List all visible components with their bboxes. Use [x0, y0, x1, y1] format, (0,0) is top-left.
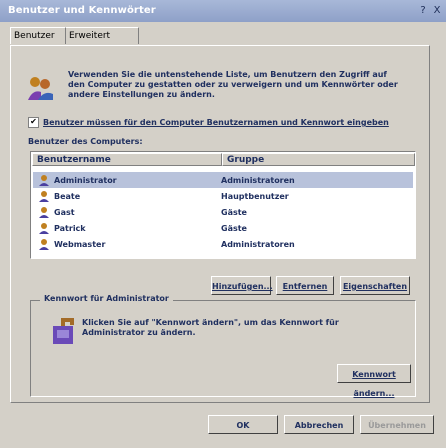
users-label: Benutzer des Computers: — [28, 137, 143, 146]
password-icon — [53, 318, 74, 344]
add-button[interactable]: Hinzufügen... — [211, 276, 273, 295]
user-name: Beate — [54, 192, 81, 201]
properties-button-label: Eigenschaften — [342, 282, 408, 291]
user-icon — [39, 175, 49, 186]
dialog-footer: OK Abbrechen Übernehmen — [0, 407, 446, 448]
user-group: Gäste — [221, 224, 247, 233]
user-group: Gäste — [221, 208, 247, 217]
user-group: Administratoren — [221, 240, 295, 249]
column-header-group[interactable]: Gruppe — [222, 153, 415, 166]
user-icon — [39, 207, 49, 218]
users-table: Benutzername Gruppe Administrator Admini… — [30, 151, 416, 259]
table-row[interactable]: Beate Hauptbenutzer — [33, 188, 413, 204]
user-group: Administratoren — [221, 176, 295, 185]
user-name: Administrator — [54, 176, 117, 185]
user-icon — [39, 191, 49, 202]
logon-checkbox-row[interactable]: ✔ Benutzer müssen für den Computer Benut… — [28, 117, 389, 128]
tab-benutzer-label: Benutzer — [14, 31, 55, 41]
intro-text: Verwenden Sie die untenstehende Liste, u… — [68, 70, 398, 99]
properties-button[interactable]: Eigenschaften — [340, 276, 410, 295]
column-header-username[interactable]: Benutzername — [32, 153, 222, 166]
table-row[interactable]: Administrator Administratoren — [33, 172, 413, 188]
remove-button-label: Entfernen — [282, 282, 328, 291]
user-name: Gast — [54, 208, 75, 217]
close-button[interactable]: X — [430, 4, 444, 18]
table-row[interactable]: Gast Gäste — [33, 204, 413, 220]
password-group-text: Klicken Sie auf "Kennwort ändern", um da… — [82, 318, 339, 337]
user-icon — [39, 223, 49, 234]
apply-button[interactable]: Übernehmen — [360, 415, 434, 434]
tab-erweitert[interactable]: Erweitert — [65, 27, 139, 44]
ok-button[interactable]: OK — [208, 415, 278, 434]
remove-button[interactable]: Entfernen — [276, 276, 334, 295]
user-group: Hauptbenutzer — [221, 192, 289, 201]
window-title: Benutzer und Kennwörter — [8, 5, 156, 16]
user-name: Patrick — [54, 224, 86, 233]
ok-button-label: OK — [236, 421, 250, 430]
password-group-title: Kennwort für Administrator — [40, 294, 173, 303]
cancel-button-label: Abbrechen — [294, 421, 344, 430]
tab-erweitert-label: Erweitert — [69, 31, 111, 41]
tab-benutzer[interactable]: Benutzer — [10, 27, 66, 44]
apply-button-label: Übernehmen — [368, 421, 426, 430]
title-bar: Benutzer und Kennwörter ? X — [0, 0, 446, 22]
user-icon — [39, 239, 49, 250]
user-name: Webmaster — [54, 240, 106, 249]
cancel-button[interactable]: Abbrechen — [284, 415, 354, 434]
table-row[interactable]: Patrick Gäste — [33, 220, 413, 236]
users-icon — [28, 77, 53, 100]
change-password-label: Kennwort ändern... — [352, 370, 396, 398]
help-button[interactable]: ? — [416, 4, 430, 18]
table-row[interactable]: Webmaster Administratoren — [33, 236, 413, 252]
add-button-label: Hinzufügen... — [212, 282, 273, 291]
logon-checkbox[interactable]: ✔ — [28, 117, 39, 128]
change-password-button[interactable]: Kennwort ändern... — [337, 364, 411, 398]
logon-checkbox-label: Benutzer müssen für den Computer Benutze… — [43, 118, 389, 127]
